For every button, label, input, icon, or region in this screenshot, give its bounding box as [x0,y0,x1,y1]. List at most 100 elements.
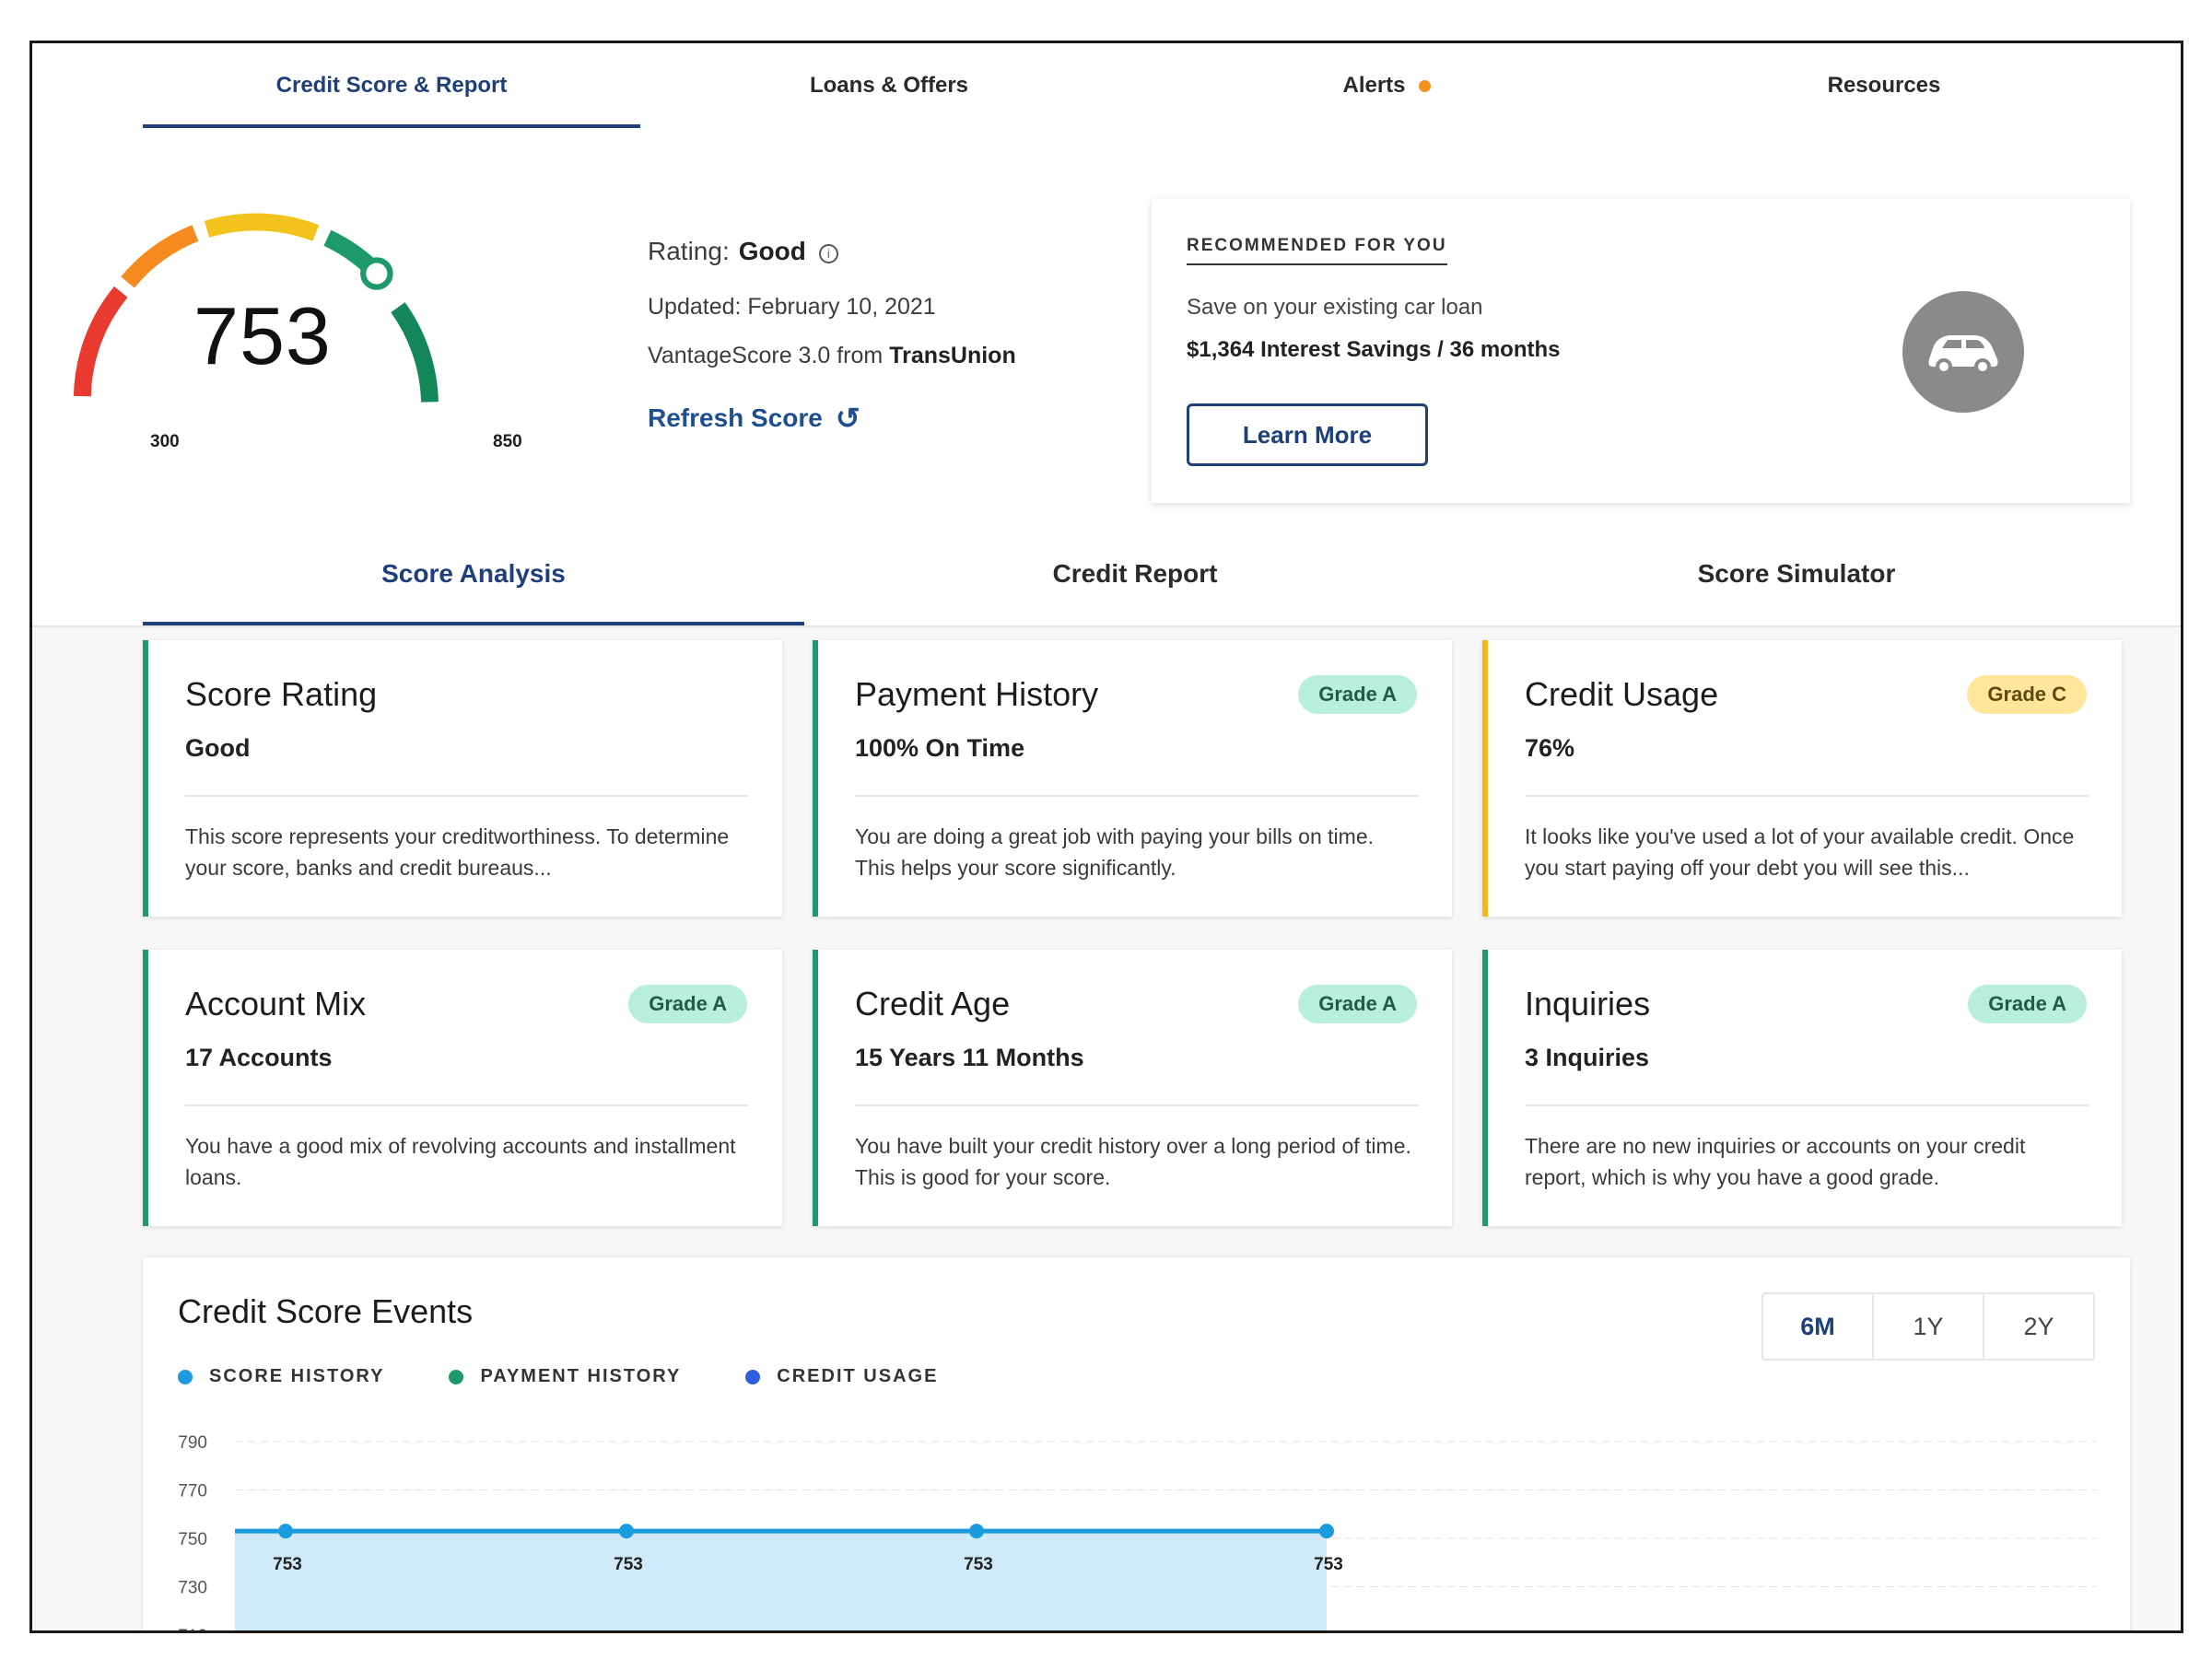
tab-label: Credit Score & Report [275,73,508,98]
data-label: 753 [1314,1555,1343,1574]
card-title: Account Mix [185,985,367,1022]
tab-score-analysis[interactable]: Score Analysis [143,522,804,625]
score-info: Rating: Good i Updated: February 10, 2021 … [648,237,1016,436]
tab-label: Score Analysis [381,559,566,588]
y-tick-label: 710 [178,1627,207,1633]
recommended-card: RECOMMENDED FOR YOU Save on your existin… [1152,199,2130,503]
credit-score-events: Credit Score Events 6M 1Y 2Y SCORE HISTO… [143,1257,2130,1633]
data-point[interactable] [278,1524,293,1539]
recommended-savings: $1,364 Interest Savings / 36 months [1187,337,1561,362]
card-description: You are doing a great job with paying yo… [855,824,1374,880]
score-source: VantageScore 3.0 from [648,343,884,368]
gauge-segment-red [73,286,128,397]
range-6m-button[interactable]: 6M [1763,1294,1872,1359]
learn-more-button[interactable]: Learn More [1187,403,1428,466]
gauge-max-label: 850 [493,432,522,451]
card-title: Score Rating [185,675,378,713]
card-inquiries[interactable]: Inquiries Grade A 3 Inquiries There are … [1482,950,2122,1226]
card-credit-usage[interactable]: Credit Usage Grade C 76% It looks like y… [1482,640,2122,917]
card-title: Payment History [855,675,1099,713]
y-tick-label: 770 [178,1482,207,1501]
card-value: 3 Inquiries [1525,1044,1650,1071]
gauge-segment-orange [121,225,199,288]
y-tick-label: 730 [178,1579,207,1598]
y-tick-label: 750 [178,1530,207,1549]
tab-label: Alerts [1342,73,1406,98]
card-title: Inquiries [1525,985,1651,1022]
card-divider [185,1104,749,1106]
data-point[interactable] [1319,1524,1334,1539]
area-fill [235,1531,1327,1630]
rating-value: Good [738,237,806,265]
range-1y-button[interactable]: 1Y [1872,1294,1983,1359]
tab-loans-offers[interactable]: Loans & Offers [640,43,1138,128]
app-frame: Credit Score & Report Loans & Offers Ale… [29,41,2183,1633]
legend-score-history[interactable]: SCORE HISTORY [178,1366,384,1387]
car-icon [1902,291,2024,413]
tab-resources[interactable]: Resources [1635,43,2133,128]
top-nav: Credit Score & Report Loans & Offers Ale… [32,43,2181,130]
card-description: You have a good mix of revolving account… [185,1134,736,1189]
tab-alerts[interactable]: Alerts [1138,43,1635,128]
tab-label: Score Simulator [1697,559,1896,588]
data-label: 753 [964,1555,993,1574]
refresh-label: Refresh Score [648,403,823,432]
card-account-mix[interactable]: Account Mix Grade A 17 Accounts You have… [143,950,782,1226]
grade-badge: Grade C [1967,675,2087,714]
gauge-segment-dark-green [391,302,439,403]
tab-credit-report[interactable]: Credit Report [804,522,1466,625]
card-description: There are no new inquiries or accounts o… [1525,1134,2026,1189]
tab-label: Loans & Offers [809,73,969,98]
score-bureau: TransUnion [889,343,1016,368]
card-payment-history[interactable]: Payment History Grade A 100% On Time You… [813,640,1452,917]
grade-badge: Grade A [1298,985,1417,1023]
tab-score-simulator[interactable]: Score Simulator [1466,522,2127,625]
card-value: 17 Accounts [185,1044,333,1071]
legend-dot-icon [178,1369,193,1384]
legend-payment-history[interactable]: PAYMENT HISTORY [449,1366,681,1387]
card-score-rating[interactable]: Score Rating Good This score represents … [143,640,782,917]
chart-legend: SCORE HISTORY PAYMENT HISTORY CREDIT USA… [178,1366,1002,1387]
y-tick-label: 790 [178,1433,207,1453]
grade-badge: Grade A [628,985,747,1023]
grade-badge: Grade A [1298,675,1417,714]
legend-label: SCORE HISTORY [209,1366,385,1386]
card-value: 100% On Time [855,734,1025,762]
legend-dot-icon [449,1369,464,1384]
card-credit-age[interactable]: Credit Age Grade A 15 Years 11 Months Yo… [813,950,1452,1226]
data-point[interactable] [619,1524,634,1539]
updated-date: Updated: February 10, 2021 [648,294,936,320]
card-title: Credit Age [855,985,1011,1022]
recommended-title: RECOMMENDED FOR YOU [1187,236,1447,265]
card-description: This score represents your creditworthin… [185,824,730,880]
card-description: You have built your credit history over … [855,1134,1411,1189]
info-icon[interactable]: i [818,243,838,263]
legend-credit-usage[interactable]: CREDIT USAGE [745,1366,938,1387]
card-divider [1525,795,2089,797]
legend-label: PAYMENT HISTORY [480,1366,682,1386]
card-divider [1525,1104,2089,1106]
gauge-marker [360,257,393,290]
refresh-icon: ↺ [835,402,860,435]
recommended-description: Save on your existing car loan [1187,295,1483,320]
grade-badge: Grade A [1968,985,2087,1023]
card-divider [855,795,1419,797]
analysis-tabs: Score Analysis Credit Report Score Simul… [32,522,2181,627]
legend-label: CREDIT USAGE [777,1366,939,1386]
legend-dot-icon [745,1369,761,1384]
data-label: 753 [614,1555,643,1574]
card-value: 76% [1525,734,1575,762]
range-selector: 6M 1Y 2Y [1761,1292,2095,1361]
gauge-segment-yellow [204,213,320,241]
data-point[interactable] [969,1524,984,1539]
card-value: Good [185,734,251,762]
card-description: It looks like you've used a lot of your … [1525,824,2075,880]
rating-label: Rating: [648,237,730,265]
events-title: Credit Score Events [178,1292,474,1330]
score-value: 753 [193,290,332,381]
tab-label: Resources [1827,73,1941,98]
refresh-score-button[interactable]: Refresh Score ↺ [648,401,860,436]
gauge-min-label: 300 [150,432,180,451]
tab-credit-score-report[interactable]: Credit Score & Report [143,43,640,128]
range-2y-button[interactable]: 2Y [1983,1294,2093,1359]
